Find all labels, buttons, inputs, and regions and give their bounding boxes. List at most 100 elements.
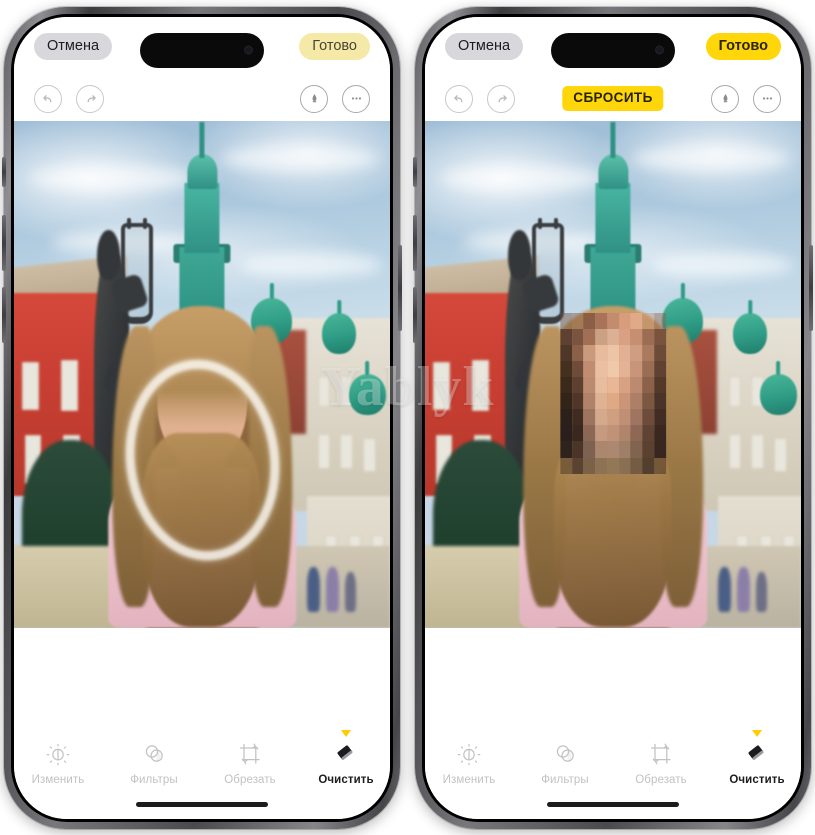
front-camera-icon-right [655, 45, 664, 55]
mosaic-cell [654, 457, 666, 474]
mosaic-cell [654, 312, 666, 329]
mosaic-cell [583, 361, 596, 378]
mosaic-cell [595, 409, 608, 426]
photo-subject-left [104, 293, 300, 628]
mosaic-cell [571, 441, 584, 458]
screen-left: Отмена Готово Изменить Фильтры Обрезать … [14, 16, 390, 819]
mosaic-cell [595, 377, 608, 394]
more-ellipsis-icon[interactable] [342, 84, 370, 113]
mosaic-cell [618, 312, 631, 329]
done-button-right[interactable]: Готово [705, 32, 781, 61]
mosaic-cell [571, 345, 584, 362]
tools-row-left: Изменить Фильтры Обрезать Очистить [14, 729, 390, 792]
markup-pen-icon[interactable] [711, 84, 739, 113]
phone-bezel-right: Отмена Готово СБРОСИТЬ Изменить Фильтры … [422, 13, 804, 822]
volume-up-button-left[interactable] [2, 214, 6, 271]
mosaic-cell [560, 425, 572, 442]
mosaic-cell [654, 329, 666, 346]
tool-crop-right[interactable]: Обрезать [628, 739, 694, 786]
mosaic-cell [571, 361, 584, 378]
mosaic-cell [583, 409, 596, 426]
mosaic-cell [560, 345, 572, 362]
filters-circles-icon [141, 739, 167, 769]
tool-filters-left[interactable]: Фильтры [121, 739, 187, 786]
cancel-button-right[interactable]: Отмена [445, 32, 524, 61]
mosaic-cell [630, 441, 643, 458]
home-indicator-right[interactable] [547, 801, 679, 807]
cancel-button-left[interactable]: Отмена [34, 32, 113, 61]
mosaic-cell [560, 329, 572, 346]
mosaic-cell [654, 393, 666, 410]
photo-canvas-right[interactable] [425, 120, 801, 628]
reset-button-right[interactable]: СБРОСИТЬ [562, 86, 664, 111]
silent-switch-left[interactable] [2, 156, 6, 187]
tool-label: Обрезать [224, 773, 276, 786]
tool-bar-right: Изменить Фильтры Обрезать Очистить [425, 729, 801, 819]
redo-icon[interactable] [76, 84, 104, 113]
markup-pen-icon[interactable] [300, 84, 328, 113]
edit-toolbar-left [14, 76, 390, 121]
mosaic-cell [642, 393, 655, 410]
mosaic-cell [618, 393, 631, 410]
volume-down-button-right[interactable] [413, 286, 417, 343]
mosaic-cell [607, 345, 619, 362]
mosaic-cell [595, 329, 608, 346]
mosaic-cell [595, 425, 608, 442]
mosaic-cell [654, 377, 666, 394]
mosaic-cell [560, 457, 572, 474]
active-tool-marker [341, 729, 351, 737]
mosaic-cell [571, 312, 584, 329]
power-button-left[interactable] [398, 244, 402, 331]
redo-icon[interactable] [487, 84, 515, 113]
mosaic-cell [583, 377, 596, 394]
mosaic-cell [607, 409, 619, 426]
volume-up-button-right[interactable] [413, 214, 417, 271]
mosaic-cell [595, 457, 608, 474]
tool-cleanup-right[interactable]: Очистить [724, 729, 790, 786]
mosaic-cell [560, 441, 572, 458]
mosaic-cell [607, 441, 619, 458]
dynamic-island-right [551, 32, 675, 68]
mosaic-cell [618, 361, 631, 378]
home-indicator-left[interactable] [136, 801, 268, 807]
mosaic-cell [607, 457, 619, 474]
history-controls-left [34, 84, 104, 113]
power-button-right[interactable] [809, 244, 813, 331]
tool-adjust-right[interactable]: Изменить [436, 739, 502, 786]
mosaic-cell [595, 393, 608, 410]
mosaic-cell [560, 361, 572, 378]
undo-icon[interactable] [34, 84, 62, 113]
photo-subject-right [515, 293, 711, 628]
mosaic-cell [560, 393, 572, 410]
mosaic-cell [618, 377, 631, 394]
mosaic-cell [618, 345, 631, 362]
mosaic-cell [607, 329, 619, 346]
mosaic-cell [630, 377, 643, 394]
nav-bar-right: Отмена Готово [425, 16, 801, 77]
mosaic-cell [595, 312, 608, 329]
undo-icon[interactable] [445, 84, 473, 113]
tool-adjust-left[interactable]: Изменить [25, 739, 91, 786]
photo-canvas-left[interactable] [14, 120, 390, 628]
tool-filters-right[interactable]: Фильтры [532, 739, 598, 786]
more-ellipsis-icon[interactable] [753, 84, 781, 113]
mosaic-cell [560, 312, 572, 329]
photo-image-right [425, 120, 801, 628]
mosaic-cell [654, 441, 666, 458]
tool-label: Фильтры [130, 773, 178, 786]
mosaic-cell [654, 361, 666, 378]
done-button-left[interactable]: Готово [299, 32, 370, 61]
filters-circles-icon [552, 739, 578, 769]
edit-toolbar-right: СБРОСИТЬ [425, 76, 801, 121]
volume-down-button-left[interactable] [2, 286, 6, 343]
mosaic-cell [607, 312, 619, 329]
tool-label: Фильтры [541, 773, 589, 786]
mosaic-cell [607, 393, 619, 410]
tool-crop-left[interactable]: Обрезать [217, 739, 283, 786]
silent-switch-right[interactable] [413, 156, 417, 187]
mosaic-cell [583, 312, 596, 329]
mosaic-cell [654, 345, 666, 362]
mosaic-cell [630, 329, 643, 346]
tool-cleanup-left[interactable]: Очистить [313, 729, 379, 786]
mosaic-cell [571, 409, 584, 426]
